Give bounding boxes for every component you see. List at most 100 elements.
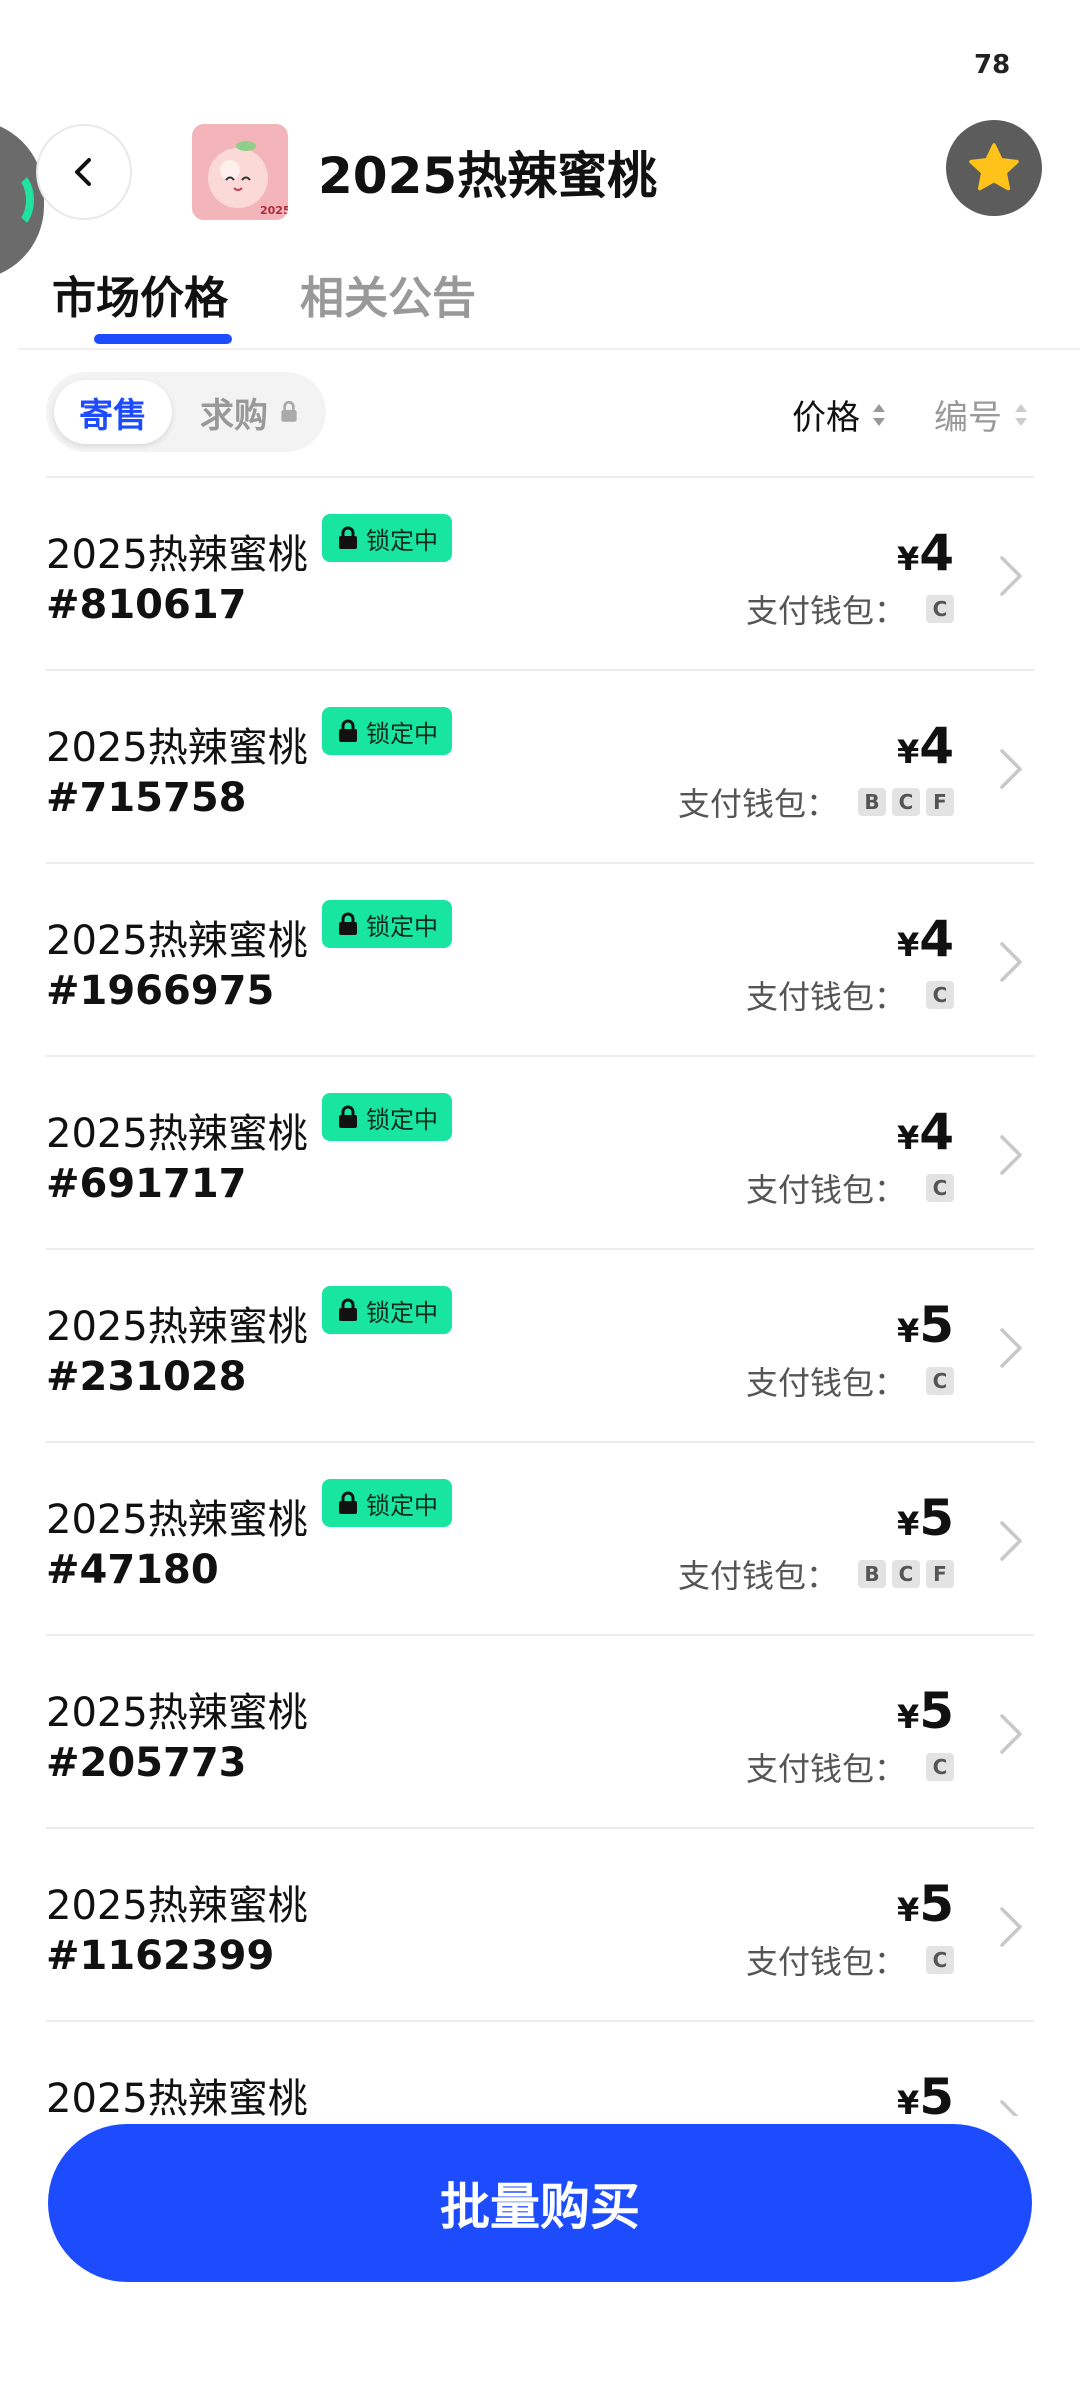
lock-icon <box>339 719 357 742</box>
sort-price-label: 价格 <box>792 398 860 438</box>
locked-label: 锁定中 <box>366 1105 438 1134</box>
sort-by-number[interactable]: 编号 <box>934 390 1030 439</box>
collection-avatar: 2025 <box>192 124 288 220</box>
locked-badge: 锁定中 <box>322 514 452 562</box>
listing-price: ¥5 <box>897 1682 954 1740</box>
currency-symbol: ¥ <box>896 1891 920 1929</box>
page-title: 2025热辣蜜桃 <box>318 147 658 205</box>
floating-assistant-bubble[interactable] <box>0 120 44 280</box>
currency-symbol: ¥ <box>896 1698 920 1736</box>
payment-wallets: 支付钱包： C <box>746 586 954 632</box>
sort-arrows-icon <box>873 403 885 426</box>
wallet-label: 支付钱包： <box>745 1171 906 1209</box>
wallet-chip: B <box>858 1560 886 1588</box>
locked-badge: 锁定中 <box>322 707 452 755</box>
ring-icon <box>0 170 34 230</box>
listing-row[interactable]: 2025热辣蜜桃 ¥5 <box>46 2020 1034 2116</box>
wallet-label: 支付钱包： <box>677 1557 838 1595</box>
listing-name: 2025热辣蜜桃 <box>46 725 308 771</box>
listing-serial: #47180 <box>46 1547 219 1593</box>
locked-label: 锁定中 <box>366 719 438 748</box>
lock-icon <box>339 912 357 935</box>
wallet-chip: C <box>892 1560 920 1588</box>
wallet-label: 支付钱包： <box>677 785 838 823</box>
listing-name: 2025热辣蜜桃 <box>46 1883 308 1929</box>
sort-arrows-icon <box>1015 403 1027 426</box>
sort-number-label: 编号 <box>934 398 1002 438</box>
listing-name: 2025热辣蜜桃 <box>46 1304 308 1350</box>
wallet-chip: F <box>926 788 954 816</box>
listing-row[interactable]: 2025热辣蜜桃 锁定中 #231028 ¥5 支付钱包： C <box>46 1248 1034 1441</box>
listing-serial: #231028 <box>46 1354 247 1400</box>
chevron-left-icon <box>75 158 91 186</box>
locked-label: 锁定中 <box>366 1298 438 1327</box>
locked-badge: 锁定中 <box>322 1479 452 1527</box>
lock-icon <box>339 1298 357 1321</box>
listing-row[interactable]: 2025热辣蜜桃 #205773 ¥5 支付钱包： C <box>46 1634 1034 1827</box>
listing-serial: #715758 <box>46 775 247 821</box>
sort-by-price[interactable]: 价格 <box>792 390 888 439</box>
listing-row[interactable]: 2025热辣蜜桃 锁定中 #810617 ¥4 支付钱包： C <box>46 476 1034 669</box>
locked-label: 锁定中 <box>366 1491 438 1520</box>
locked-label: 锁定中 <box>366 526 438 555</box>
listing-serial: #205773 <box>46 1740 247 1786</box>
wallet-chip: C <box>926 981 954 1009</box>
listing-name: 2025热辣蜜桃 <box>46 1111 308 1157</box>
listing-serial: #1162399 <box>46 1933 275 1979</box>
payment-wallets: 支付钱包： C <box>746 1937 954 1983</box>
price-value: 5 <box>919 1489 954 1547</box>
listing-row[interactable]: 2025热辣蜜桃 锁定中 #691717 ¥4 支付钱包： C <box>46 1055 1034 1248</box>
trade-type-segment: 寄售 求购 <box>46 372 326 452</box>
listing-name: 2025热辣蜜桃 <box>46 2076 308 2116</box>
listing-price: ¥5 <box>897 1875 954 1933</box>
listing-row[interactable]: 2025热辣蜜桃 锁定中 #47180 ¥5 支付钱包： B C F <box>46 1441 1034 1634</box>
listing-price: ¥5 <box>897 2068 954 2116</box>
lock-icon <box>281 400 297 422</box>
chevron-right-icon <box>1000 1907 1022 1947</box>
wallet-chip: C <box>926 1367 954 1395</box>
chevron-right-icon <box>1000 1521 1022 1561</box>
listing-price: ¥4 <box>897 524 954 582</box>
tabs-divider <box>18 348 1080 350</box>
listing-price: ¥4 <box>897 910 954 968</box>
currency-symbol: ¥ <box>896 1505 920 1543</box>
price-value: 5 <box>919 1682 954 1740</box>
lock-icon <box>339 1491 357 1514</box>
bulk-buy-button[interactable]: 批量购买 <box>48 2124 1032 2282</box>
listing-list: 2025热辣蜜桃 锁定中 #810617 ¥4 支付钱包： C 2025热辣蜜桃 … <box>46 476 1034 2116</box>
locked-label: 锁定中 <box>366 912 438 941</box>
wallet-chip: C <box>926 595 954 623</box>
payment-wallets: 支付钱包： C <box>746 1165 954 1211</box>
segment-buy-request[interactable]: 求购 <box>186 380 316 444</box>
wallet-chip: C <box>892 788 920 816</box>
wallet-label: 支付钱包： <box>745 1943 906 1981</box>
segment-buy-label: 求购 <box>200 395 268 436</box>
wallet-label: 支付钱包： <box>745 1364 906 1402</box>
price-value: 5 <box>919 1875 954 1933</box>
price-value: 4 <box>919 1103 954 1161</box>
listing-row[interactable]: 2025热辣蜜桃 #1162399 ¥5 支付钱包： C <box>46 1827 1034 2020</box>
segment-consign[interactable]: 寄售 <box>54 380 172 444</box>
listing-price: ¥4 <box>897 717 954 775</box>
listing-serial: #810617 <box>46 582 247 628</box>
chevron-right-icon <box>1000 942 1022 982</box>
wallet-chip: F <box>926 1560 954 1588</box>
listing-row[interactable]: 2025热辣蜜桃 锁定中 #715758 ¥4 支付钱包： B C F <box>46 669 1034 862</box>
star-icon <box>969 143 1019 191</box>
payment-wallets: 支付钱包： C <box>746 972 954 1018</box>
payment-wallets: 支付钱包： C <box>746 1358 954 1404</box>
avatar-year: 2025 <box>260 204 288 217</box>
chevron-right-icon <box>1000 1714 1022 1754</box>
back-button[interactable] <box>36 124 132 220</box>
listing-serial: #1966975 <box>46 968 275 1014</box>
favorite-button[interactable] <box>946 120 1042 216</box>
price-value: 4 <box>919 524 954 582</box>
wallet-label: 支付钱包： <box>745 978 906 1016</box>
listing-name: 2025热辣蜜桃 <box>46 1497 308 1543</box>
locked-badge: 锁定中 <box>322 1093 452 1141</box>
locked-badge: 锁定中 <box>322 900 452 948</box>
listing-row[interactable]: 2025热辣蜜桃 锁定中 #1966975 ¥4 支付钱包： C <box>46 862 1034 1055</box>
currency-symbol: ¥ <box>896 1312 920 1350</box>
tab-market-price[interactable]: 市场价格 <box>52 262 232 344</box>
tab-announcements[interactable]: 相关公告 <box>300 262 476 326</box>
